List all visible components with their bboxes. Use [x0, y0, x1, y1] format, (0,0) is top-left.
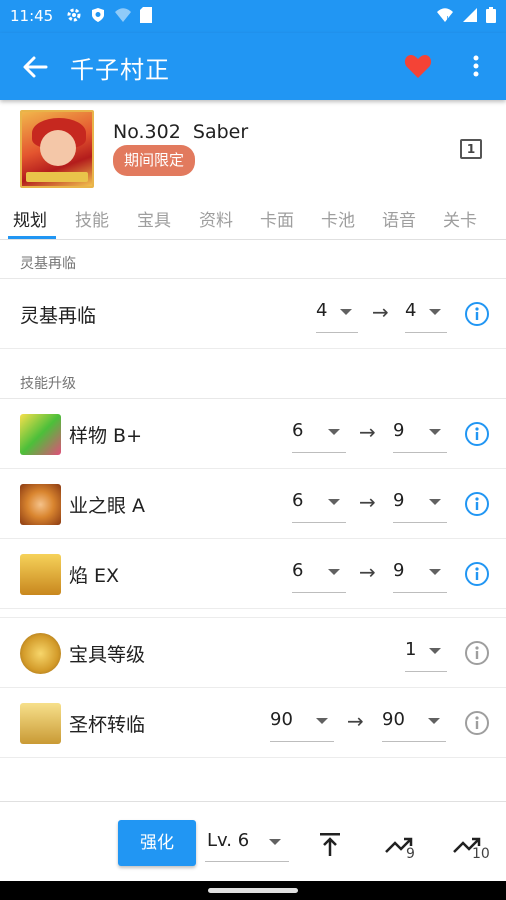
info-icon[interactable] — [464, 640, 490, 666]
info-icon[interactable] — [464, 710, 490, 736]
np-level-label: 宝具等级 — [69, 644, 146, 666]
skill-2-to-select[interactable]: 9 — [393, 481, 447, 523]
arrow-right-icon: → — [359, 420, 376, 444]
enhance-button[interactable]: 强化 — [118, 820, 196, 866]
max9-subscript: 9 — [406, 846, 415, 862]
servant-avatar[interactable] — [20, 110, 94, 188]
tab-quests[interactable]: 关卡 — [443, 206, 477, 231]
skill-2-label: 业之眼 A — [69, 495, 146, 517]
bottom-action-bar: 强化 Lv. 6 9 10 — [0, 801, 506, 881]
info-icon[interactable] — [464, 421, 490, 447]
skill-3-label: 焰 EX — [69, 565, 120, 587]
dropdown-arrow-icon — [428, 718, 440, 724]
signal-icon — [463, 8, 477, 22]
tab-bar: 规划 技能 宝具 资料 卡面 卡池 语音 关卡 — [0, 198, 506, 240]
max10-subscript: 10 — [472, 846, 490, 862]
dropdown-arrow-icon — [429, 429, 441, 435]
tab-noble-phantasm[interactable]: 宝具 — [137, 206, 171, 231]
dropdown-arrow-icon — [429, 648, 441, 654]
dropdown-arrow-icon — [429, 499, 441, 505]
skill-1-label: 样物 B+ — [69, 425, 142, 447]
dropdown-arrow-icon — [340, 309, 352, 315]
servant-header: No.302 Saber 期间限定 1 — [0, 100, 506, 198]
ascension-row: 灵基再临 4 → 4 — [0, 279, 506, 349]
wifi-off-icon — [115, 8, 131, 22]
section-header-skills: 技能升级 — [0, 361, 506, 399]
servant-class: Saber — [192, 121, 249, 143]
noble-phantasm-icon — [20, 633, 61, 674]
page-title: 千子村正 — [70, 56, 170, 84]
arrow-right-icon: → — [359, 560, 376, 584]
skill-row: 焰 EX 6 → 9 — [0, 539, 506, 609]
wifi-icon: ! — [437, 8, 453, 23]
skill-3-icon — [20, 554, 61, 595]
servant-number-class: No.302 Saber — [113, 121, 248, 143]
section-header-ascension: 灵基再临 — [0, 241, 506, 279]
info-icon[interactable] — [464, 301, 490, 327]
tab-plan[interactable]: 规划 — [13, 206, 47, 231]
limited-badge: 期间限定 — [113, 145, 196, 176]
skill-2-icon — [20, 484, 61, 525]
servant-number: No.302 — [113, 121, 181, 143]
system-nav-bar — [0, 881, 506, 900]
info-icon[interactable] — [464, 491, 490, 517]
sim-card-icon — [140, 7, 152, 23]
grail-row: 圣杯转临 90 → 90 — [0, 688, 506, 758]
np-level-row: 宝具等级 1 — [0, 618, 506, 688]
tab-profile[interactable]: 资料 — [199, 206, 233, 231]
skill-row: 样物 B+ 6 → 9 — [0, 399, 506, 469]
app-bar: 千子村正 — [0, 33, 506, 100]
np-level-select[interactable]: 1 — [405, 630, 447, 672]
dropdown-arrow-icon — [328, 429, 340, 435]
arrow-right-icon: → — [359, 490, 376, 514]
arrow-right-icon: → — [372, 300, 389, 324]
tab-illustration[interactable]: 卡面 — [260, 206, 294, 231]
ascension-from-select[interactable]: 4 — [316, 291, 358, 333]
grail-to-select[interactable]: 90 — [382, 700, 446, 742]
skill-3-to-select[interactable]: 9 — [393, 551, 447, 593]
grail-from-select[interactable]: 90 — [270, 700, 334, 742]
ascension-label: 灵基再临 — [20, 305, 97, 327]
status-bar: 11:45 ! — [0, 0, 506, 33]
level-select[interactable]: Lv. 6 — [205, 820, 289, 862]
dropdown-arrow-icon — [429, 309, 441, 315]
favorite-heart-icon[interactable] — [404, 53, 432, 79]
battery-icon — [486, 7, 496, 23]
back-arrow-icon[interactable] — [20, 52, 50, 82]
grail-label: 圣杯转临 — [69, 714, 146, 736]
tab-indicator — [8, 236, 56, 239]
info-icon[interactable] — [464, 561, 490, 587]
settings-icon — [67, 8, 81, 22]
servant-box-number[interactable]: 1 — [460, 139, 482, 159]
tab-skills[interactable]: 技能 — [75, 206, 109, 231]
dropdown-arrow-icon — [316, 718, 328, 724]
dropdown-arrow-icon — [429, 569, 441, 575]
dropdown-arrow-icon — [328, 569, 340, 575]
shield-icon — [92, 8, 104, 22]
dropdown-arrow-icon — [269, 839, 281, 845]
skill-1-icon — [20, 414, 61, 455]
skill-3-from-select[interactable]: 6 — [292, 551, 346, 593]
svg-text:!: ! — [446, 15, 449, 23]
tab-voice[interactable]: 语音 — [382, 206, 416, 231]
max-upload-icon[interactable] — [313, 828, 347, 862]
arrow-right-icon: → — [347, 709, 364, 733]
skill-1-to-select[interactable]: 9 — [393, 411, 447, 453]
skill-row: 业之眼 A 6 → 9 — [0, 469, 506, 539]
home-gesture-pill[interactable] — [208, 888, 298, 893]
divider — [0, 609, 506, 618]
dropdown-arrow-icon — [328, 499, 340, 505]
more-vert-icon[interactable] — [466, 53, 486, 79]
skill-1-from-select[interactable]: 6 — [292, 411, 346, 453]
status-time: 11:45 — [10, 7, 54, 25]
ascension-to-select[interactable]: 4 — [405, 291, 447, 333]
skill-2-from-select[interactable]: 6 — [292, 481, 346, 523]
tab-summon[interactable]: 卡池 — [321, 206, 355, 231]
holy-grail-icon — [20, 703, 61, 744]
